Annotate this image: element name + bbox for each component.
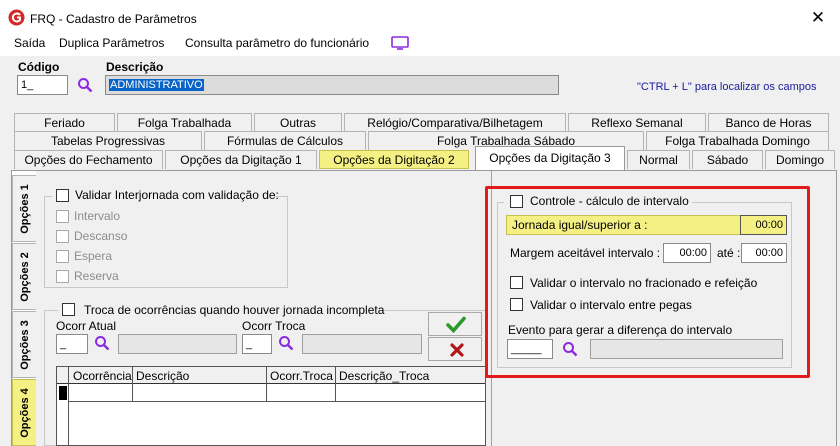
troca-label: Troca de ocorrências quando houver jorna… [84,303,385,317]
ocorr-atual-field[interactable]: _ [56,334,88,354]
close-icon[interactable]: ✕ [808,8,828,28]
tab-formulas-de-calculos[interactable]: Fórmulas de Cálculos [204,131,366,150]
espera-checkbox[interactable] [56,250,69,263]
search-icon[interactable] [278,335,294,351]
ocorr-atual-descricao [118,334,237,354]
highlight-frame [485,186,810,378]
close-icon [450,343,464,357]
app-logo-icon [8,9,25,26]
grid-row-indicator-column [57,367,69,446]
ocorr-atual-label: Ocorr Atual [56,319,117,333]
tab-opcoes-do-fechamento[interactable]: Opções do Fechamento [14,150,163,169]
cancel-button[interactable] [428,337,482,361]
menu-saida[interactable]: Saída [14,36,45,50]
ocorr-troca-field[interactable]: _ [242,334,272,354]
descanso-label: Descanso [74,229,128,243]
col-descricao[interactable]: Descrição [136,369,189,383]
col-ocorr-troca[interactable]: Ocorr.Troca [270,369,333,383]
reserva-label: Reserva [74,269,119,283]
ctrl-l-hint: "CTRL + L" para localizar os campos [637,81,817,93]
col-ocorrencia[interactable]: Ocorrência [73,369,132,383]
codigo-label: Código [18,60,60,74]
monitor-icon[interactable] [391,36,409,50]
ocorr-troca-label: Ocorr Troca [242,319,306,333]
descricao-label: Descrição [106,60,164,74]
grid-row-line [69,401,485,402]
vtab-opcoes-4[interactable]: Opções 4 [12,379,36,446]
search-icon[interactable] [94,335,110,351]
confirm-button[interactable] [428,312,482,336]
col-descricao-troca[interactable]: Descrição_Troca [339,369,429,383]
window-title: FRQ - Cadastro de Parâmetros [30,12,197,26]
tab-folga-trabalhada-domingo[interactable]: Folga Trabalhada Domingo [646,131,829,150]
tab-folga-trabalhada[interactable]: Folga Trabalhada [117,113,252,132]
reserva-checkbox[interactable] [56,270,69,283]
tab-outras[interactable]: Outras [254,113,342,132]
interjornada-label: Validar Interjornada com validação de: [75,188,279,202]
tab-opcoes-digitacao-1[interactable]: Opções da Digitação 1 [165,150,317,169]
col-divider [132,367,133,402]
tab-tabelas-progressivas[interactable]: Tabelas Progressivas [14,131,202,150]
tab-relogio[interactable]: Relógio/Comparativa/Bilhetagem [344,113,566,132]
vtab-opcoes-2[interactable]: Opções 2 [12,243,36,310]
search-icon[interactable] [77,77,93,93]
tab-domingo[interactable]: Domingo [765,150,835,169]
tab-reflexo-semanal[interactable]: Reflexo Semanal [568,113,706,132]
tab-sabado[interactable]: Sábado [692,150,763,169]
menu-consulta-parametro[interactable]: Consulta parâmetro do funcionário [185,36,369,50]
vtab-opcoes-3[interactable]: Opções 3 [12,311,36,378]
tab-banco-de-horas[interactable]: Banco de Horas [708,113,829,132]
menu-duplica-parametros[interactable]: Duplica Parâmetros [59,36,164,50]
descanso-checkbox[interactable] [56,230,69,243]
check-icon [446,316,466,333]
tab-opcoes-digitacao-3[interactable]: Opções da Digitação 3 [475,146,625,170]
current-row-marker [59,386,67,400]
tab-normal[interactable]: Normal [627,150,690,169]
col-divider [266,367,267,402]
espera-label: Espera [74,249,113,263]
ocorr-troca-descricao [302,334,422,354]
codigo-field[interactable]: 1_ [17,75,68,95]
troca-checkbox[interactable] [62,303,75,316]
tab-opcoes-digitacao-2[interactable]: Opções da Digitação 2 [319,150,469,169]
intervalo-label: Intervalo [74,209,121,223]
col-divider [335,367,336,402]
interjornada-checkbox[interactable] [56,189,69,202]
vtab-opcoes-1[interactable]: Opções 1 [12,175,36,242]
descricao-field[interactable]: ADMINISTRATIVO [105,75,559,95]
tab-feriado[interactable]: Feriado [14,113,115,132]
intervalo-checkbox[interactable] [56,210,69,223]
